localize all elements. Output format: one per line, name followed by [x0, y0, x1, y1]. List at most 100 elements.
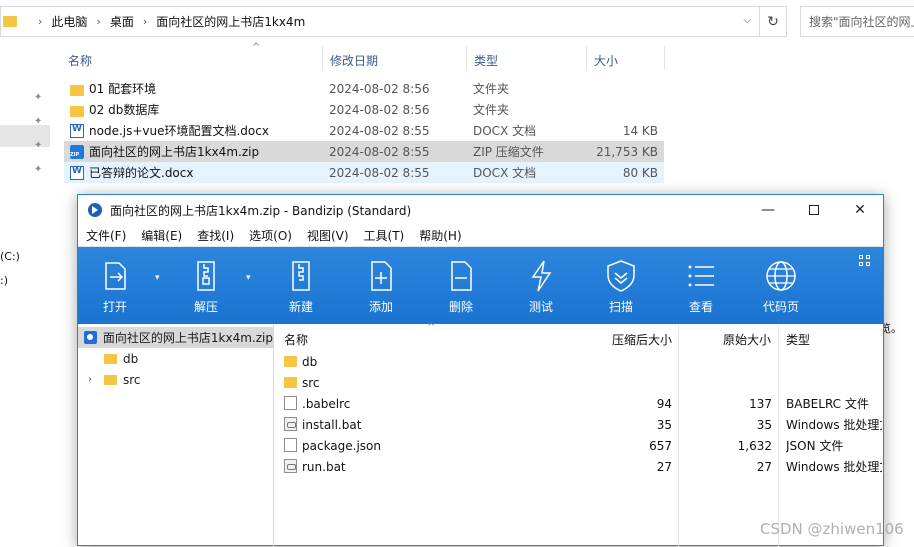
file-row[interactable]: node.js+vue环境配置文档.docx 2024-08-02 8:55 D…: [64, 120, 664, 141]
bat-file-icon: [284, 459, 297, 473]
open-dropdown-icon[interactable]: ▾: [155, 273, 160, 283]
folder-tree-pane: 面向社区的网上书店1kx4m.zip db › src: [78, 325, 274, 547]
column-header-date[interactable]: 修改日期: [330, 52, 378, 69]
chevron-down-icon[interactable]: ⌵: [743, 15, 751, 26]
menu-find[interactable]: 查找(I): [197, 227, 234, 244]
minimize-button[interactable]: —: [745, 195, 791, 225]
layout-grid-icon[interactable]: [859, 255, 871, 267]
list-item[interactable]: install.bat 35 35 Windows 批处理文件: [275, 414, 883, 435]
file-icon: [284, 396, 297, 410]
delete-button[interactable]: 删除: [434, 247, 488, 324]
codepage-button[interactable]: 代码页: [754, 247, 808, 324]
list-item[interactable]: run.bat 27 27 Windows 批处理文件: [275, 456, 883, 477]
menu-options[interactable]: 选项(O): [249, 227, 292, 244]
file-row[interactable]: 02 db数据库 2024-08-02 8:56 文件夹: [64, 99, 664, 120]
column-header-type[interactable]: 类型: [474, 52, 498, 69]
list-item[interactable]: .babelrc 94 137 BABELRC 文件: [275, 393, 883, 414]
file-name: 02 db数据库: [89, 103, 160, 117]
column-header-packed-size[interactable]: 压缩后大小: [612, 331, 672, 348]
file-name: node.js+vue环境配置文档.docx: [89, 124, 269, 138]
scan-label: 扫描: [608, 300, 633, 314]
column-divider[interactable]: [466, 46, 467, 70]
file-size: 14 KB: [622, 123, 658, 138]
breadcrumb-current-folder[interactable]: 面向社区的网上书店1kx4m: [156, 13, 305, 30]
view-label: 查看: [688, 300, 713, 314]
file-row[interactable]: 01 配套环境 2024-08-02 8:56 文件夹: [64, 78, 664, 99]
file-date: 2024-08-02 8:55: [329, 123, 430, 138]
view-button[interactable]: 查看: [674, 247, 728, 324]
file-list-header: ^ 名称 修改日期 类型 大小: [64, 42, 914, 70]
tree-item-src[interactable]: › src: [78, 369, 141, 390]
extract-button[interactable]: 解压: [179, 247, 233, 324]
breadcrumb-desktop[interactable]: 桌面: [110, 13, 134, 30]
add-button[interactable]: 添加: [354, 247, 408, 324]
column-header-type[interactable]: 类型: [786, 331, 810, 348]
item-packed-size: 35: [656, 417, 672, 432]
breadcrumb-this-pc[interactable]: 此电脑: [51, 13, 87, 30]
list-header: ^ 名称 压缩后大小 原始大小 类型: [275, 322, 883, 349]
column-divider[interactable]: [322, 46, 323, 70]
tree-item-db[interactable]: db: [78, 348, 138, 369]
pin-icon[interactable]: ✦: [34, 164, 42, 175]
list-item[interactable]: db: [275, 351, 883, 372]
new-archive-icon: [292, 261, 310, 291]
chevron-right-icon: ›: [142, 15, 148, 28]
tree-item-label: src: [123, 372, 141, 387]
menu-file[interactable]: 文件(F): [86, 227, 126, 244]
bat-file-icon: [284, 417, 297, 431]
pin-icon[interactable]: ✦: [34, 116, 42, 127]
item-packed-size: 27: [656, 459, 672, 474]
column-header-size[interactable]: 大小: [594, 52, 618, 69]
file-name: 01 配套环境: [89, 82, 157, 96]
column-header-name[interactable]: 名称: [68, 52, 92, 69]
file-row[interactable]: 已答辩的论文.docx 2024-08-02 8:55 DOCX 文档 80 K…: [64, 162, 664, 183]
file-date: 2024-08-02 8:56: [329, 81, 430, 96]
file-type: DOCX 文档: [473, 124, 537, 138]
menu-view[interactable]: 视图(V): [307, 227, 349, 244]
view-icon: [688, 265, 714, 287]
menu-edit[interactable]: 编辑(E): [141, 227, 182, 244]
nav-selected-item[interactable]: [0, 125, 50, 147]
column-header-name[interactable]: 名称: [284, 331, 308, 348]
item-original-size: 137: [749, 396, 772, 411]
archive-file-list: ^ 名称 压缩后大小 原始大小 类型 db src .babelrc 94 13…: [275, 322, 883, 547]
address-bar[interactable]: › 此电脑 › 桌面 › 面向社区的网上书店1kx4m ⌵: [0, 6, 760, 37]
title-bar[interactable]: 面向社区的网上书店1kx4m.zip - Bandizip (Standard)…: [78, 195, 883, 225]
menu-tools[interactable]: 工具(T): [364, 227, 405, 244]
file-row-selected[interactable]: 面向社区的网上书店1kx4m.zip 2024-08-02 8:55 ZIP 压…: [64, 141, 664, 162]
new-archive-button[interactable]: 新建: [274, 247, 328, 324]
close-button[interactable]: ✕: [837, 195, 883, 225]
toolbar: 打开 ▾ 解压 ▾ 新建 添加 删除 测试 扫描 查看 代码页: [78, 247, 883, 324]
refresh-button[interactable]: ↻: [760, 6, 787, 37]
extract-dropdown-icon[interactable]: ▾: [246, 273, 251, 283]
drive-c-label[interactable]: (C:): [0, 250, 20, 263]
file-name: 已答辩的论文.docx: [89, 166, 194, 180]
word-doc-icon: [70, 165, 84, 180]
tree-item-label: 面向社区的网上书店1kx4m.zip: [102, 331, 273, 345]
open-button[interactable]: 打开: [88, 247, 142, 324]
column-divider[interactable]: [586, 46, 587, 70]
watermark: CSDN @zhiwen106: [760, 520, 904, 538]
tree-item-root-archive[interactable]: 面向社区的网上书店1kx4m.zip: [78, 327, 273, 348]
add-label: 添加: [368, 300, 393, 314]
bandizip-window[interactable]: 面向社区的网上书店1kx4m.zip - Bandizip (Standard)…: [77, 194, 884, 547]
maximize-icon: [809, 205, 819, 215]
new-archive-label: 新建: [288, 300, 313, 314]
test-button[interactable]: 测试: [514, 247, 568, 324]
column-header-original-size[interactable]: 原始大小: [723, 331, 771, 348]
list-item[interactable]: package.json 657 1,632 JSON 文件: [275, 435, 883, 456]
maximize-button[interactable]: [791, 195, 837, 225]
list-item[interactable]: src: [275, 372, 883, 393]
menu-help[interactable]: 帮助(H): [419, 227, 461, 244]
item-type: JSON 文件: [786, 439, 844, 453]
item-name: db: [302, 354, 318, 369]
search-placeholder: 搜索"面向社区的网上书店1kx4m": [809, 15, 914, 29]
scan-button[interactable]: 扫描: [594, 247, 648, 324]
pin-icon[interactable]: ✦: [34, 92, 42, 103]
item-name: run.bat: [302, 459, 346, 474]
column-divider[interactable]: [664, 46, 665, 70]
drive-label[interactable]: :): [0, 274, 8, 287]
search-input[interactable]: 搜索"面向社区的网上书店1kx4m": [800, 6, 914, 37]
chevron-right-icon[interactable]: ›: [88, 374, 92, 385]
pin-icon[interactable]: ✦: [34, 140, 42, 151]
